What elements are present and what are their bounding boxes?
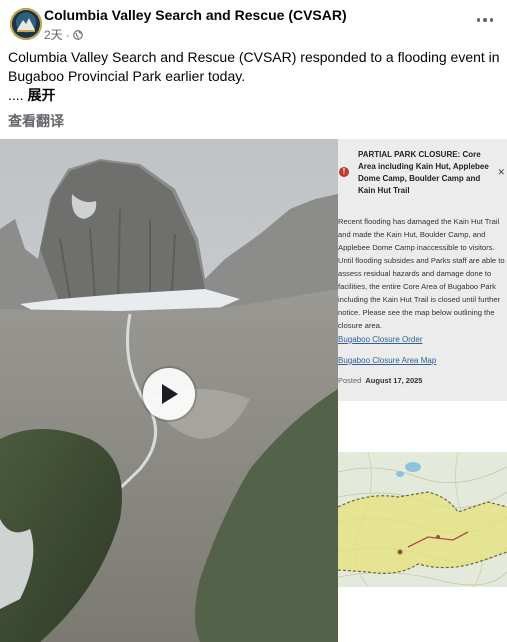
play-button[interactable] bbox=[143, 368, 195, 420]
closure-map-image[interactable] bbox=[338, 452, 507, 587]
post-media: ! PARTIAL PARK CLOSURE: Core Area includ… bbox=[0, 139, 507, 642]
close-icon: ✕ bbox=[497, 167, 505, 177]
more-dot bbox=[483, 18, 487, 22]
see-translation-link[interactable]: 查看翻译 bbox=[8, 111, 64, 131]
play-icon bbox=[162, 384, 178, 404]
closure-order-link[interactable]: Bugaboo Closure Order bbox=[338, 335, 423, 344]
post-time[interactable]: 2天 bbox=[44, 26, 63, 43]
closure-notice-image[interactable]: ! PARTIAL PARK CLOSURE: Core Area includ… bbox=[338, 139, 507, 401]
alert-symbol: ! bbox=[342, 167, 346, 176]
meta-separator: · bbox=[65, 27, 70, 42]
page-avatar[interactable] bbox=[10, 8, 42, 40]
post-message-text: Columbia Valley Search and Rescue (CVSAR… bbox=[8, 49, 500, 84]
more-horizontal-icon bbox=[476, 18, 481, 22]
post-meta: 2天 · bbox=[44, 26, 83, 43]
media-gap bbox=[338, 401, 507, 452]
post-message: Columbia Valley Search and Rescue (CVSAR… bbox=[8, 48, 500, 105]
video-player[interactable] bbox=[0, 139, 338, 642]
posted-date: Posted August 17, 2025 bbox=[338, 376, 422, 385]
more-dot bbox=[489, 18, 494, 22]
page-name-link[interactable]: Columbia Valley Search and Rescue (CVSAR… bbox=[44, 7, 347, 23]
posted-date-value: August 17, 2025 bbox=[365, 376, 423, 385]
posted-label: Posted bbox=[338, 376, 362, 385]
see-more-link[interactable]: 展开 bbox=[27, 87, 55, 103]
globe-icon[interactable] bbox=[72, 29, 83, 40]
notice-body: Recent flooding has damaged the Kain Hut… bbox=[338, 217, 505, 330]
media-gap-bottom bbox=[338, 587, 507, 642]
closure-map-link[interactable]: Bugaboo Closure Area Map bbox=[338, 356, 436, 365]
post-header: Columbia Valley Search and Rescue (CVSAR… bbox=[8, 6, 499, 42]
ellipsis: .... bbox=[8, 87, 24, 103]
notice-heading: PARTIAL PARK CLOSURE: Core Area includin… bbox=[358, 150, 489, 195]
alert-icon: ! bbox=[339, 167, 349, 177]
topographic-map bbox=[338, 452, 507, 587]
more-options-button[interactable] bbox=[471, 8, 499, 32]
mountain-logo-icon bbox=[17, 18, 35, 32]
